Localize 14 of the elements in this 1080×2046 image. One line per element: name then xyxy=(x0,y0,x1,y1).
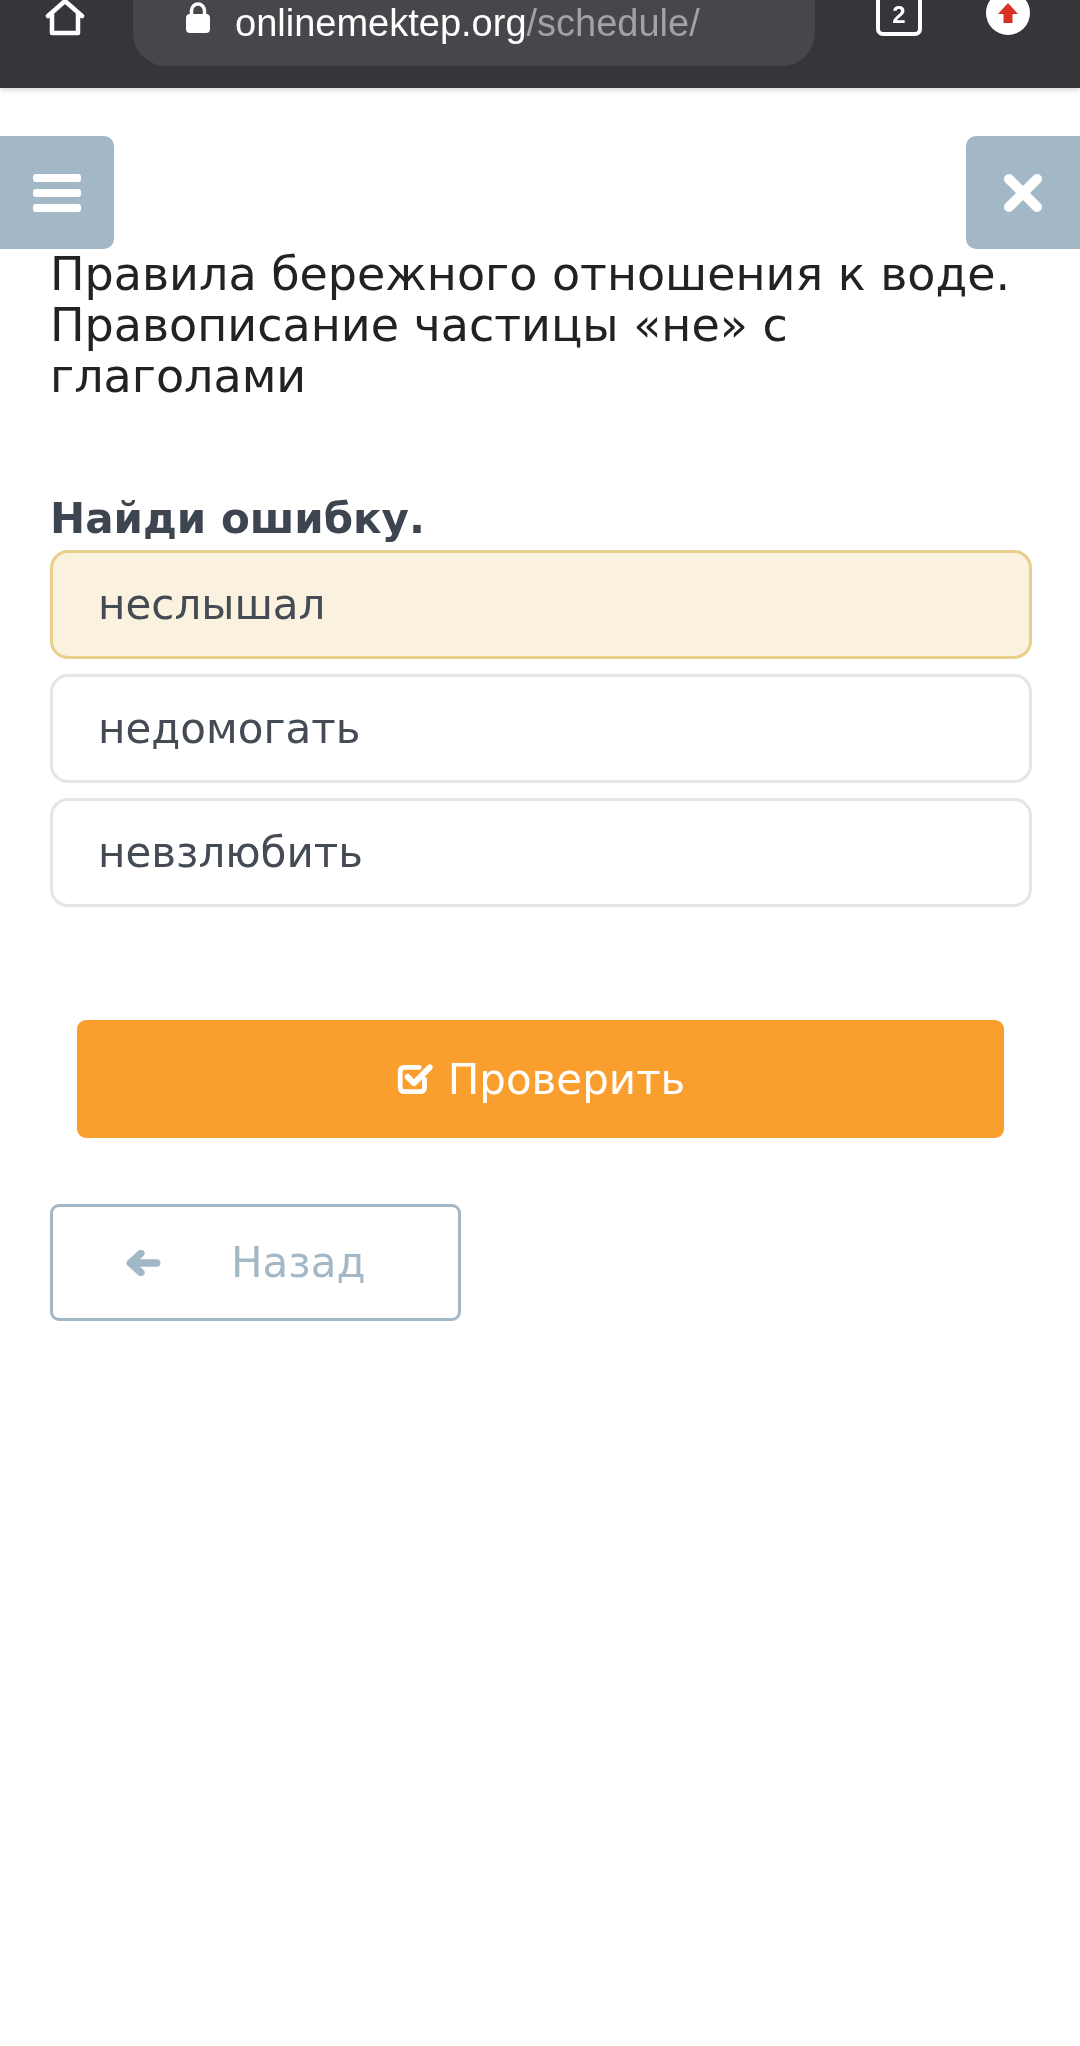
lesson-title: Правила бережного отношения к воде. Правописание частицы «не» с глаголами xyxy=(50,249,1012,402)
answer-option[interactable]: неслышал xyxy=(50,550,1032,659)
address-bar[interactable]: onlinemektep.org/schedule/ xyxy=(133,0,815,66)
arrow-up-icon[interactable] xyxy=(985,0,1031,36)
url-text: onlinemektep.org/schedule/ xyxy=(235,1,700,46)
answer-option[interactable]: недомогать xyxy=(50,674,1032,783)
lock-icon xyxy=(185,2,211,34)
answer-option[interactable]: невзлюбить xyxy=(50,798,1032,907)
close-icon xyxy=(1003,172,1043,213)
arrow-left-icon xyxy=(125,1249,161,1276)
menu-icon xyxy=(33,173,81,212)
tab-count-button[interactable]: 2 xyxy=(876,0,922,36)
question-prompt: Найди ошибку. xyxy=(50,494,425,544)
checkbox-icon xyxy=(395,1062,434,1096)
